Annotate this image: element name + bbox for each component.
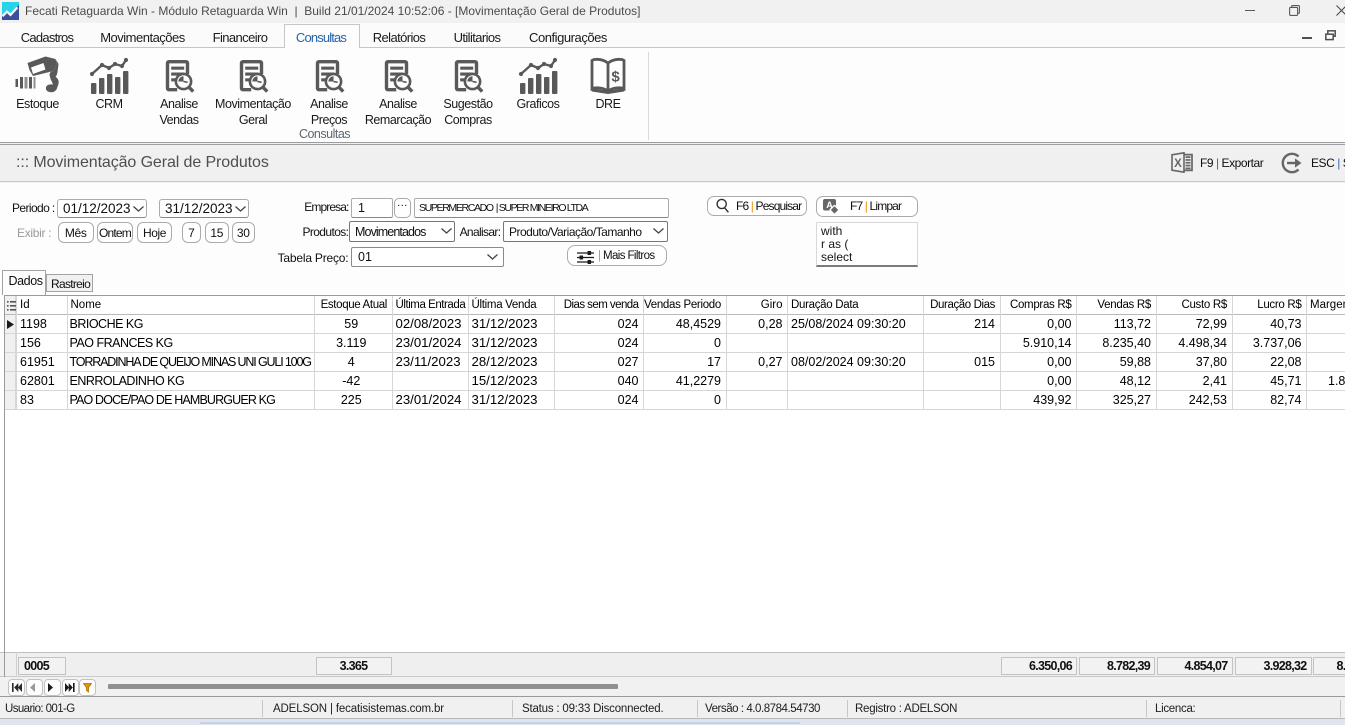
svg-text:$: $ [611,69,620,86]
svg-text:X: X [1174,158,1182,170]
